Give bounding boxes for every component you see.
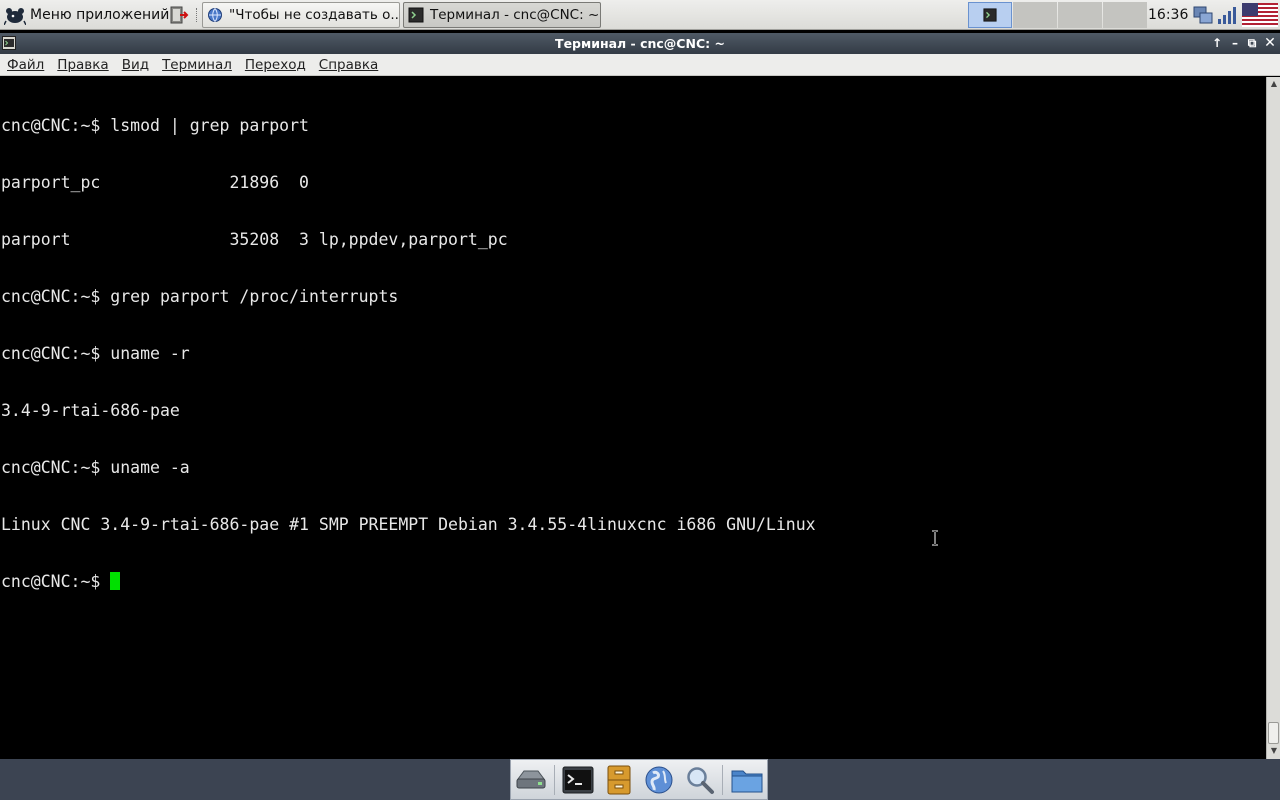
menu-terminal[interactable]: Терминал — [155, 57, 238, 73]
network-icon[interactable] — [1192, 4, 1214, 26]
scroll-down-icon[interactable]: ▼ — [1269, 746, 1279, 756]
dock-item-search[interactable] — [681, 762, 720, 798]
dock-item-drive[interactable] — [512, 762, 551, 798]
maximize-button[interactable]: ⧉ — [1244, 35, 1260, 51]
panel-separator — [196, 8, 199, 22]
workspace-switcher[interactable] — [968, 2, 1148, 28]
restore-icon: ⧉ — [1247, 36, 1257, 50]
menu-label: Вид — [121, 56, 150, 73]
workspace-4[interactable] — [1103, 2, 1147, 28]
dock-separator — [553, 764, 556, 795]
logout-icon — [170, 6, 189, 24]
terminal-line: parport 35208 3 lp,ppdev,parport_pc — [1, 230, 508, 249]
dock-item-web-browser[interactable] — [640, 762, 679, 798]
menu-label: Правка — [57, 56, 109, 73]
terminal-output[interactable]: cnc@CNC:~$ lsmod | grep parport parport_… — [0, 77, 1266, 759]
workspace-1[interactable] — [968, 2, 1012, 28]
keep-above-button[interactable]: ↑ — [1209, 35, 1225, 51]
terminal-prompt-line[interactable]: cnc@CNC:~$ — [1, 572, 1266, 591]
terminal-line: parport_pc 21896 0 — [1, 173, 309, 192]
scrollbar-thumb[interactable] — [1268, 722, 1279, 744]
dock-item-folder[interactable] — [727, 762, 766, 798]
xfce-mouse-logo-icon — [4, 8, 26, 25]
applications-menu-button[interactable]: Меню приложений — [4, 3, 169, 27]
terminal-icon — [562, 766, 594, 793]
menu-label: Файл — [7, 56, 45, 73]
menu-edit[interactable]: Правка — [50, 57, 114, 73]
scroll-up-icon[interactable]: ▲ — [1269, 79, 1279, 89]
workspace-2[interactable] — [1013, 2, 1057, 28]
terminal-scrollbar[interactable]: ▲ ▼ — [1266, 77, 1280, 759]
dock-separator — [722, 764, 724, 795]
arrow-up-icon: ↑ — [1211, 36, 1223, 50]
terminal-line: cnc@CNC:~$ lsmod | grep parport — [1, 116, 309, 135]
text-cursor-icon — [932, 530, 938, 546]
dock-item-file-cabinet[interactable] — [599, 762, 638, 798]
logout-launcher[interactable] — [168, 3, 190, 27]
terminal-icon — [408, 7, 424, 23]
taskbar-button-label: "Чтобы не создавать о... — [229, 7, 400, 23]
menu-view[interactable]: Вид — [115, 57, 155, 73]
drive-icon — [516, 770, 546, 788]
clock[interactable]: 16:36 — [1148, 3, 1188, 27]
terminal-line: cnc@CNC:~$ grep parport /proc/interrupts — [1, 287, 399, 306]
terminal-cursor — [110, 572, 121, 590]
web-browser-icon — [645, 766, 673, 793]
menubar: Файл Правка Вид Терминал Переход Справка — [0, 54, 1280, 76]
taskbar-button-browser[interactable]: "Чтобы не создавать о... — [202, 2, 400, 28]
terminal-icon — [983, 8, 997, 22]
terminal-line: 3.4-9-rtai-686-pae — [1, 401, 180, 420]
terminal-prompt: cnc@CNC:~$ — [1, 572, 111, 591]
menu-file[interactable]: Файл — [0, 57, 50, 73]
close-icon: ✕ — [1264, 35, 1276, 51]
file-cabinet-icon — [607, 765, 631, 794]
menu-help[interactable]: Справка — [312, 57, 384, 73]
menu-label: Переход — [244, 56, 306, 73]
menu-label: Справка — [318, 56, 379, 73]
dock — [510, 759, 768, 800]
us-flag-icon[interactable] — [1242, 3, 1278, 27]
workspace-3[interactable] — [1058, 2, 1102, 28]
top-panel: Меню приложений "Чтобы не создавать о...… — [0, 0, 1280, 30]
menu-label: Терминал — [162, 56, 232, 73]
dock-item-terminal[interactable] — [559, 762, 598, 798]
menu-go[interactable]: Переход — [238, 57, 312, 73]
terminal-line: cnc@CNC:~$ uname -a — [1, 458, 190, 477]
minimize-icon: – — [1232, 36, 1238, 50]
minimize-button[interactable]: – — [1227, 35, 1243, 51]
applications-menu-label: Меню приложений — [30, 7, 170, 23]
signal-strength-icon[interactable] — [1216, 4, 1238, 26]
window-title: Терминал - cnc@CNC: ~ — [555, 36, 725, 51]
taskbar-button-label: Терминал - cnc@CNC: ~ — [430, 7, 600, 23]
close-button[interactable]: ✕ — [1262, 35, 1278, 51]
terminal-line: Linux CNC 3.4-9-rtai-686-pae #1 SMP PREE… — [1, 515, 816, 534]
window-titlebar[interactable]: Терминал - cnc@CNC: ~ ↑ – ⧉ ✕ — [0, 33, 1280, 54]
search-icon — [687, 766, 714, 794]
browser-icon — [208, 8, 222, 22]
folder-icon — [731, 770, 763, 792]
terminal-line: cnc@CNC:~$ uname -r — [1, 344, 190, 363]
taskbar-button-terminal[interactable]: Терминал - cnc@CNC: ~ — [403, 2, 601, 28]
